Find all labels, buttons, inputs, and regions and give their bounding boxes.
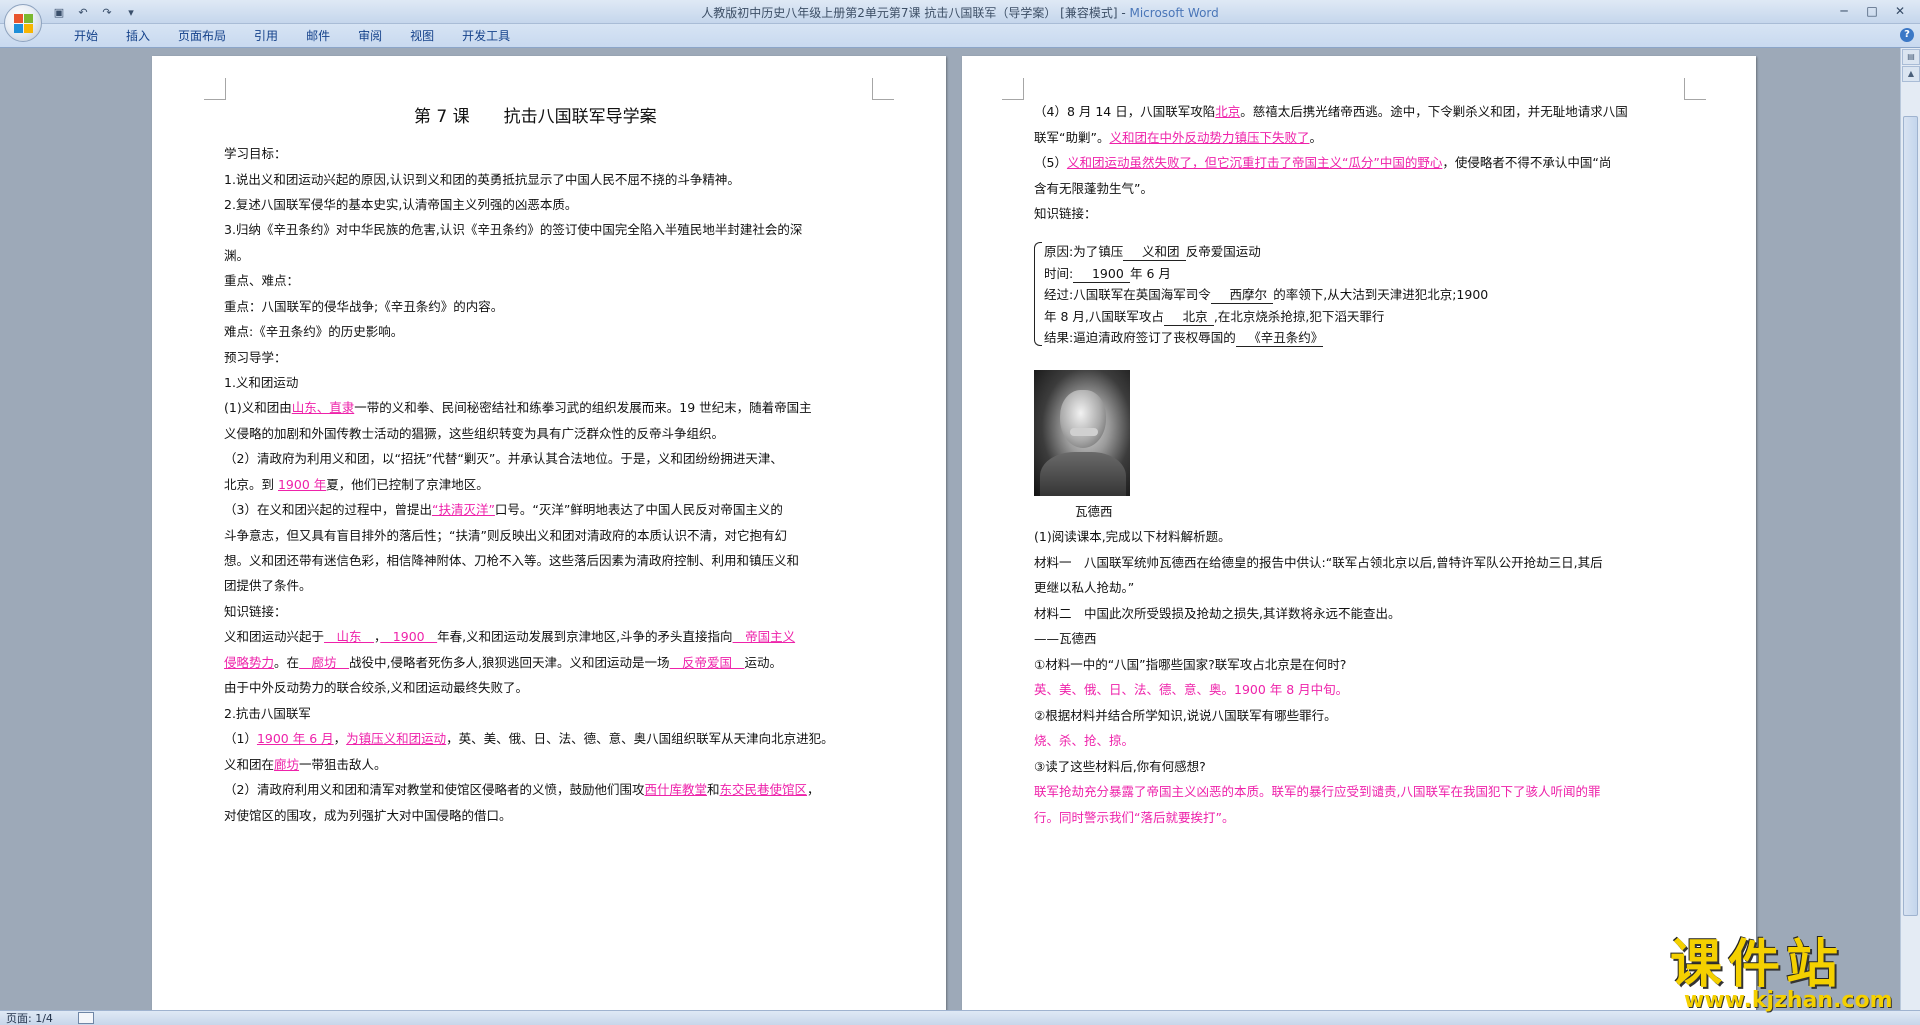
question-a1: ①材料一中的“八国”指哪些国家?联军攻占北京是在何时?: [1034, 657, 1347, 672]
objective-1: 1.说出义和团运动兴起的原因,认识到义和团的英勇抵抗显示了中国人民不屈不挠的斗争…: [224, 172, 740, 187]
paragraph-2-line-1: （2）清政府为利用义和团，以“招抚”代替“剿灭”。并承认其合法地位。于是，义和团…: [224, 451, 783, 466]
paragraph-3-line-2: 斗争意志，但又具有盲目排外的落后性；“扶清”则反映出义和团对清政府的本质认识不清…: [224, 528, 787, 543]
knowledge-link-line-1: 义和团运动兴起于 山东 ， 1900 年春,义和团运动发展到京津地区,斗争的矛头…: [224, 629, 796, 644]
answer-text: 1900 年: [277, 477, 327, 492]
key-heading: 重点、难点：: [224, 273, 300, 288]
question-a2: ②根据材料并结合所学知识,说说八国联军有哪些罪行。: [1034, 708, 1337, 723]
summary-result: 结果:逼迫清政府签订了丧权辱国的 《辛丑条约》: [1044, 330, 1330, 347]
key-points: 重点：八国联军的侵华战争;《辛丑条约》的内容。: [224, 299, 504, 314]
waldersee-portrait: [1034, 370, 1130, 496]
knowledge-link-line-3: 由于中外反动势力的联合绞杀,义和团运动最终失败了。: [224, 680, 528, 695]
material-source: ——瓦德西: [1034, 631, 1097, 646]
answer-a1: 英、美、俄、日、法、德、意、奥。1900 年 8 月中旬。: [1034, 682, 1349, 697]
tab-view[interactable]: 视图: [396, 28, 448, 46]
paragraph-3-line-4: 团提供了条件。: [224, 578, 312, 593]
office-logo-icon: [14, 14, 34, 34]
knowledge-link-line-2: 侵略势力。在 廊坊 战役中,侵略者死伤多人,狼狈逃回天津。义和团运动是一场 反帝…: [224, 655, 783, 670]
question-5-line-1: （5）义和团运动虽然失败了，但它沉重打击了帝国主义“瓜分”中国的野心，使侵略者不…: [1034, 155, 1612, 170]
ribbon: 开始 插入 页面布局 引用 邮件 审阅 视图 开发工具 ?: [0, 24, 1920, 48]
question-a3: ③读了这些材料后,你有何感想?: [1034, 759, 1206, 774]
tab-insert[interactable]: 插入: [112, 28, 164, 46]
tab-mailings[interactable]: 邮件: [292, 28, 344, 46]
question-1-line-1: （1）1900 年 6 月，为镇压义和团运动，英、美、俄、日、法、德、意、奥八国…: [224, 731, 834, 746]
title-bar: ▣ ↶ ↷ ▾ 人教版初中历史八年级上册第2单元第7课 抗击八国联军（导学案） …: [0, 0, 1920, 24]
maximize-button[interactable]: □: [1860, 2, 1884, 20]
ruler-toggle-icon[interactable]: ▤: [1902, 49, 1920, 65]
tab-review[interactable]: 审阅: [344, 28, 396, 46]
paragraph-3-line-3: 想。义和团还带有迷信色彩，相信降神附体、刀枪不入等。这些落后因素为清政府控制、利…: [224, 553, 800, 568]
question-4-line-2: 联军“助剿”。义和团在中外反动势力镇压下失败了。: [1034, 130, 1322, 145]
scroll-up-icon[interactable]: ▲: [1902, 66, 1920, 82]
section-2-heading: 2.抗击八国联军: [224, 706, 311, 721]
question-2-line-2: 对使馆区的围攻，成为列强扩大对中国侵略的借口。: [224, 808, 512, 823]
crop-mark: [1002, 78, 1024, 100]
difficult-points: 难点:《辛丑条约》的历史影响。: [224, 324, 404, 339]
tab-page-layout[interactable]: 页面布局: [164, 28, 240, 46]
paragraph-1-line-2: 义侵略的加剧和外国传教士活动的猖獗，这些组织转变为具有广泛群众性的反帝斗争组织。: [224, 426, 725, 441]
summary-time: 时间: 1900 年 6 月: [1044, 266, 1171, 283]
app-name: Microsoft Word: [1129, 6, 1219, 20]
summary-process-cont: 年 8 月,八国联军攻占 北京 ,在北京烧杀抢掠,犯下滔天罪行: [1044, 309, 1385, 326]
status-bar: 页面: 1/4: [0, 1010, 1920, 1025]
page-indicator[interactable]: 页面: 1/4: [6, 1011, 53, 1025]
crop-mark: [204, 78, 226, 100]
office-button[interactable]: [4, 4, 42, 42]
material-1-line-1: 材料一 八国联军统帅瓦德西在给德皇的报告中供认:“联军占领北京以后,曾特许军队公…: [1034, 555, 1603, 570]
help-icon[interactable]: ?: [1900, 28, 1914, 42]
document-title: 人教版初中历史八年级上册第2单元第7课 抗击八国联军（导学案） [兼容模式]: [701, 6, 1118, 20]
watermark-url: www.kjzhan.com: [1684, 988, 1893, 1013]
objective-3-cont: 渊。: [224, 248, 250, 263]
question-1-line-2: 义和团在廊坊一带狙击敌人。: [224, 757, 387, 772]
tab-home[interactable]: 开始: [60, 28, 112, 46]
reading-instruction: (1)阅读课本,完成以下材料解析题。: [1034, 529, 1231, 544]
summary-cause: 原因:为了镇压 义和团 反帝爱国运动: [1044, 244, 1261, 261]
knowledge-link-heading-2: 知识链接：: [1034, 206, 1097, 221]
page-title: 第 7 课 抗击八国联军导学案: [414, 107, 657, 127]
minimize-button[interactable]: ─: [1832, 2, 1856, 20]
answer-a3-line-1: 联军抢劫充分暴露了帝国主义凶恶的本质。联军的暴行应受到谴责,八国联军在我国犯下了…: [1034, 784, 1601, 799]
photo-caption: 瓦德西: [1075, 504, 1113, 519]
window-title: 人教版初中历史八年级上册第2单元第7课 抗击八国联军（导学案） [兼容模式] -…: [701, 6, 1219, 20]
material-2: 材料二 中国此次所受毁损及抢劫之损失,其详数将永远不能查出。: [1034, 606, 1401, 621]
question-4-line-1: （4）8 月 14 日，八国联军攻陷北京。慈禧太后携光绪帝西逃。途中，下令剿杀义…: [1034, 104, 1628, 119]
answer-a2: 烧、杀、抢、掠。: [1034, 733, 1135, 748]
vertical-scrollbar[interactable]: ▤ ▲: [1900, 48, 1920, 1010]
question-5-line-2: 含有无限蓬勃生气”。: [1034, 181, 1153, 196]
objective-3: 3.归纳《辛丑条约》对中华民族的危害,认识《辛丑条约》的签订使中国完全陷入半殖民…: [224, 222, 803, 237]
window-controls: ─ □ ✕: [1832, 2, 1912, 20]
tab-references[interactable]: 引用: [240, 28, 292, 46]
crop-mark: [872, 78, 894, 100]
document-page-2: （4）8 月 14 日，八国联军攻陷北京。慈禧太后携光绪帝西逃。途中，下令剿杀义…: [962, 56, 1756, 1010]
document-page-1: 第 7 课 抗击八国联军导学案 学习目标： 1.说出义和团运动兴起的原因,认识到…: [152, 56, 946, 1010]
document-area: 第 7 课 抗击八国联军导学案 学习目标： 1.说出义和团运动兴起的原因,认识到…: [0, 48, 1900, 1010]
question-2-line-1: （2）清政府利用义和团和清军对教堂和使馆区侵略者的义愤，鼓励他们围攻西什库教堂和…: [224, 782, 820, 797]
tab-developer[interactable]: 开发工具: [448, 28, 524, 46]
objectives-heading: 学习目标：: [224, 146, 287, 161]
knowledge-link-heading: 知识链接：: [224, 604, 287, 619]
summary-process: 经过:八国联军在英国海军司令 西摩尔 的率领下,从大沽到天津进犯北京;1900: [1044, 287, 1489, 304]
paragraph-2-line-2: 北京。到 1900 年夏，他们已控制了京津地区。: [224, 477, 489, 492]
answer-text: 山东、直隶: [291, 400, 355, 415]
paragraph-1-line-1: (1)义和团由山东、直隶一带的义和拳、民间秘密结社和练拳习武的组织发展而来。19…: [224, 400, 812, 415]
answer-text: “扶清灭洋”: [431, 502, 495, 517]
proofing-icon[interactable]: [78, 1012, 94, 1024]
scroll-thumb[interactable]: [1903, 116, 1918, 916]
material-1-line-2: 更继以私人抢劫。”: [1034, 580, 1135, 595]
crop-mark: [1684, 78, 1706, 100]
section-1-heading: 1.义和团运动: [224, 375, 299, 390]
watermark-name: 课件站: [1670, 935, 1845, 995]
close-button[interactable]: ✕: [1888, 2, 1912, 20]
paragraph-3-line-1: （3）在义和团兴起的过程中，曾提出“扶清灭洋”口号。“灭洋”鲜明地表达了中国人民…: [224, 502, 783, 517]
objective-2: 2.复述八国联军侵华的基本史实,认清帝国主义列强的凶恶本质。: [224, 197, 578, 212]
ribbon-tabs: 开始 插入 页面布局 引用 邮件 审阅 视图 开发工具: [60, 28, 524, 46]
watermark-logo: 课件站 www.kjzhan.com: [1640, 920, 1920, 1020]
brace: [1034, 242, 1042, 346]
answer-a3-line-2: 行。同时警示我们“落后就要挨打”。: [1034, 810, 1235, 825]
preview-heading: 预习导学：: [224, 350, 287, 365]
